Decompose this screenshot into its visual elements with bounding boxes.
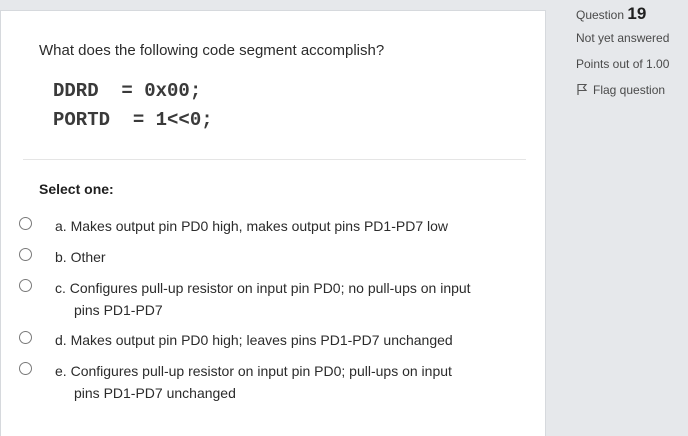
divider [23, 159, 526, 160]
option-label: Makes output pin PD0 high, makes output … [70, 218, 448, 234]
option-label: Other [70, 249, 106, 265]
code-block: DDRD = 0x00; PORTD = 1<<0; [53, 77, 213, 135]
question-label: Question [576, 8, 625, 22]
option-letter: c. [55, 280, 66, 296]
option-label-continued: pins PD1-PD7 unchanged [74, 385, 236, 401]
radio-button[interactable] [19, 248, 32, 261]
option-text[interactable]: d. Makes output pin PD0 high; leaves pin… [55, 329, 453, 351]
radio-button[interactable] [19, 331, 32, 344]
option-letter: a. [55, 218, 67, 234]
option-text[interactable]: c. Configures pull-up resistor on input … [55, 277, 471, 321]
option-text[interactable]: b. Other [55, 246, 106, 268]
select-one-label: Select one: [39, 181, 114, 197]
option-text[interactable]: e. Configures pull-up resistor on input … [55, 360, 452, 404]
quiz-page: What does the following code segment acc… [0, 0, 688, 436]
question-prompt: What does the following code segment acc… [39, 42, 385, 59]
radio-button[interactable] [19, 362, 32, 375]
points-label: Points out of 1.00 [576, 57, 670, 71]
option-letter: b. [55, 249, 67, 265]
flag-label[interactable]: Flag question [593, 83, 665, 97]
answer-status: Not yet answered [576, 31, 670, 45]
flag-question-link[interactable]: Flag question [576, 83, 665, 97]
option-label: Configures pull-up resistor on input pin… [69, 280, 471, 296]
option-letter: e. [55, 363, 67, 379]
code-line: PORTD = 1<<0; [53, 109, 213, 131]
question-card: What does the following code segment acc… [0, 10, 546, 436]
question-number: 19 [627, 4, 647, 23]
option-label-continued: pins PD1-PD7 [74, 302, 163, 318]
option-letter: d. [55, 332, 67, 348]
flag-icon[interactable] [576, 83, 593, 97]
radio-button[interactable] [19, 217, 32, 230]
code-line: DDRD = 0x00; [53, 80, 202, 102]
radio-button[interactable] [19, 279, 32, 292]
question-number-label: Question 19 [576, 4, 646, 24]
option-label: Configures pull-up resistor on input pin… [70, 363, 452, 379]
option-text[interactable]: a. Makes output pin PD0 high, makes outp… [55, 215, 448, 237]
option-label: Makes output pin PD0 high; leaves pins P… [70, 332, 453, 348]
